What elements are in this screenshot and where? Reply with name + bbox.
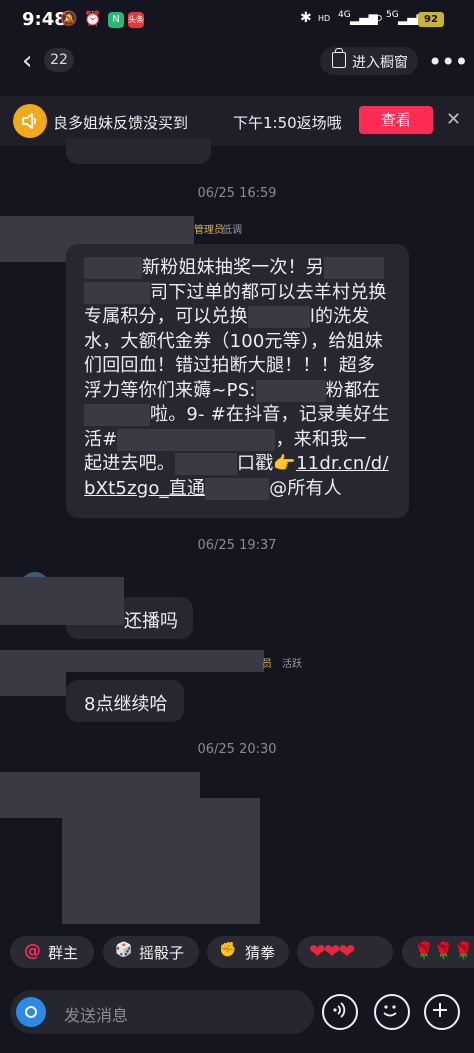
voice-icon[interactable]: [322, 994, 358, 1030]
redacted-image-message[interactable]: [62, 798, 260, 924]
redacted-avatar: [0, 668, 66, 696]
bluetooth-icon: ✱: [300, 10, 312, 26]
hd-label: HD: [318, 14, 331, 23]
mute-icon: 🔕: [60, 11, 78, 27]
roll-dice-label: 摇骰子: [139, 944, 185, 962]
mention-owner-button[interactable]: @ 群主: [10, 936, 94, 968]
level-tag: 活跃: [282, 659, 302, 670]
camera-icon[interactable]: [16, 997, 46, 1027]
message-input-bar: 发送消息: [10, 990, 466, 1034]
message-text: 新粉姐妹抽奖一次！另 司下过单的都可以去羊村兑换 专属积分，可以兑换 l的洗发 水…: [84, 257, 390, 500]
hearts-icon: ❤❤❤: [309, 939, 355, 963]
previous-message-bubble: [66, 138, 211, 164]
close-notice-icon[interactable]: ✕: [446, 109, 461, 130]
rock-paper-scissors-button[interactable]: ✊ 猜拳: [207, 936, 289, 968]
timestamp: 06/25 20:30: [197, 742, 277, 757]
news-notification-icon: 头条: [128, 12, 144, 28]
message-input[interactable]: 发送消息: [10, 990, 314, 1034]
network-5g-label: 5G: [386, 10, 399, 20]
rock-paper-scissors-label: 猜拳: [245, 944, 276, 962]
mention-owner-label: 群主: [48, 944, 79, 962]
status-bar: 9:48 🔕 ⏰ N 头条 ✱ HD 4G ▂▄▆ HD 5G ▂▄▆ 92: [0, 0, 474, 40]
hearts-quick-reply[interactable]: ❤❤❤: [297, 936, 393, 968]
fist-icon: ✊: [219, 942, 237, 958]
emoji-icon[interactable]: [374, 994, 410, 1030]
at-icon: @: [24, 941, 41, 961]
back-arrow-icon[interactable]: ‹: [22, 48, 32, 74]
message-bubble[interactable]: 8点继续哈: [66, 680, 184, 722]
member-role-tag: 员: [262, 659, 272, 670]
short-link-continued[interactable]: bXt5zgo_直通: [84, 478, 205, 499]
enter-showcase-button[interactable]: 进入橱窗: [320, 47, 418, 75]
plus-icon[interactable]: [424, 994, 460, 1030]
speaker-icon: [13, 104, 47, 138]
notice-text: 良多姐妹反馈没买到 下午1:50返场哦: [53, 114, 342, 132]
network-4g-label: 4G: [338, 10, 351, 20]
roses-quick-reply[interactable]: 🌹🌹🌹: [402, 936, 474, 968]
enter-showcase-label: 进入橱窗: [352, 55, 408, 71]
hd-label-2: HD: [370, 14, 383, 23]
message-text: 8点继续哈: [84, 694, 168, 715]
chat-header: ‹ 22 进入橱窗 •••: [0, 40, 474, 82]
message-bubble[interactable]: 新粉姐妹抽奖一次！另 司下过单的都可以去羊村兑换 专属积分，可以兑换 l的洗发 水…: [66, 244, 409, 518]
app-notification-icon: N: [108, 12, 124, 28]
unread-count-badge[interactable]: 22: [44, 48, 74, 72]
roses-icon: 🌹🌹🌹: [414, 941, 474, 960]
message-text: 还播吗: [124, 611, 178, 632]
timestamp: 06/25 19:37: [197, 538, 277, 553]
battery-icon: 92: [418, 12, 444, 27]
shopping-bag-icon: [332, 48, 346, 68]
redacted-sender-name-overlay: [0, 597, 124, 625]
message-input-placeholder: 发送消息: [64, 1006, 129, 1025]
alarm-icon: ⏰: [84, 11, 102, 27]
level-tag: 低调: [222, 225, 242, 236]
dice-icon: 🎲: [115, 942, 133, 958]
view-notice-button[interactable]: 查看: [359, 106, 433, 134]
roll-dice-button[interactable]: 🎲 摇骰子: [103, 936, 199, 968]
timestamp: 06/25 16:59: [197, 186, 277, 201]
more-options-icon[interactable]: •••: [428, 48, 468, 76]
admin-role-tag: 管理员: [194, 225, 224, 236]
short-link[interactable]: 11dr.cn/d/: [296, 453, 389, 474]
